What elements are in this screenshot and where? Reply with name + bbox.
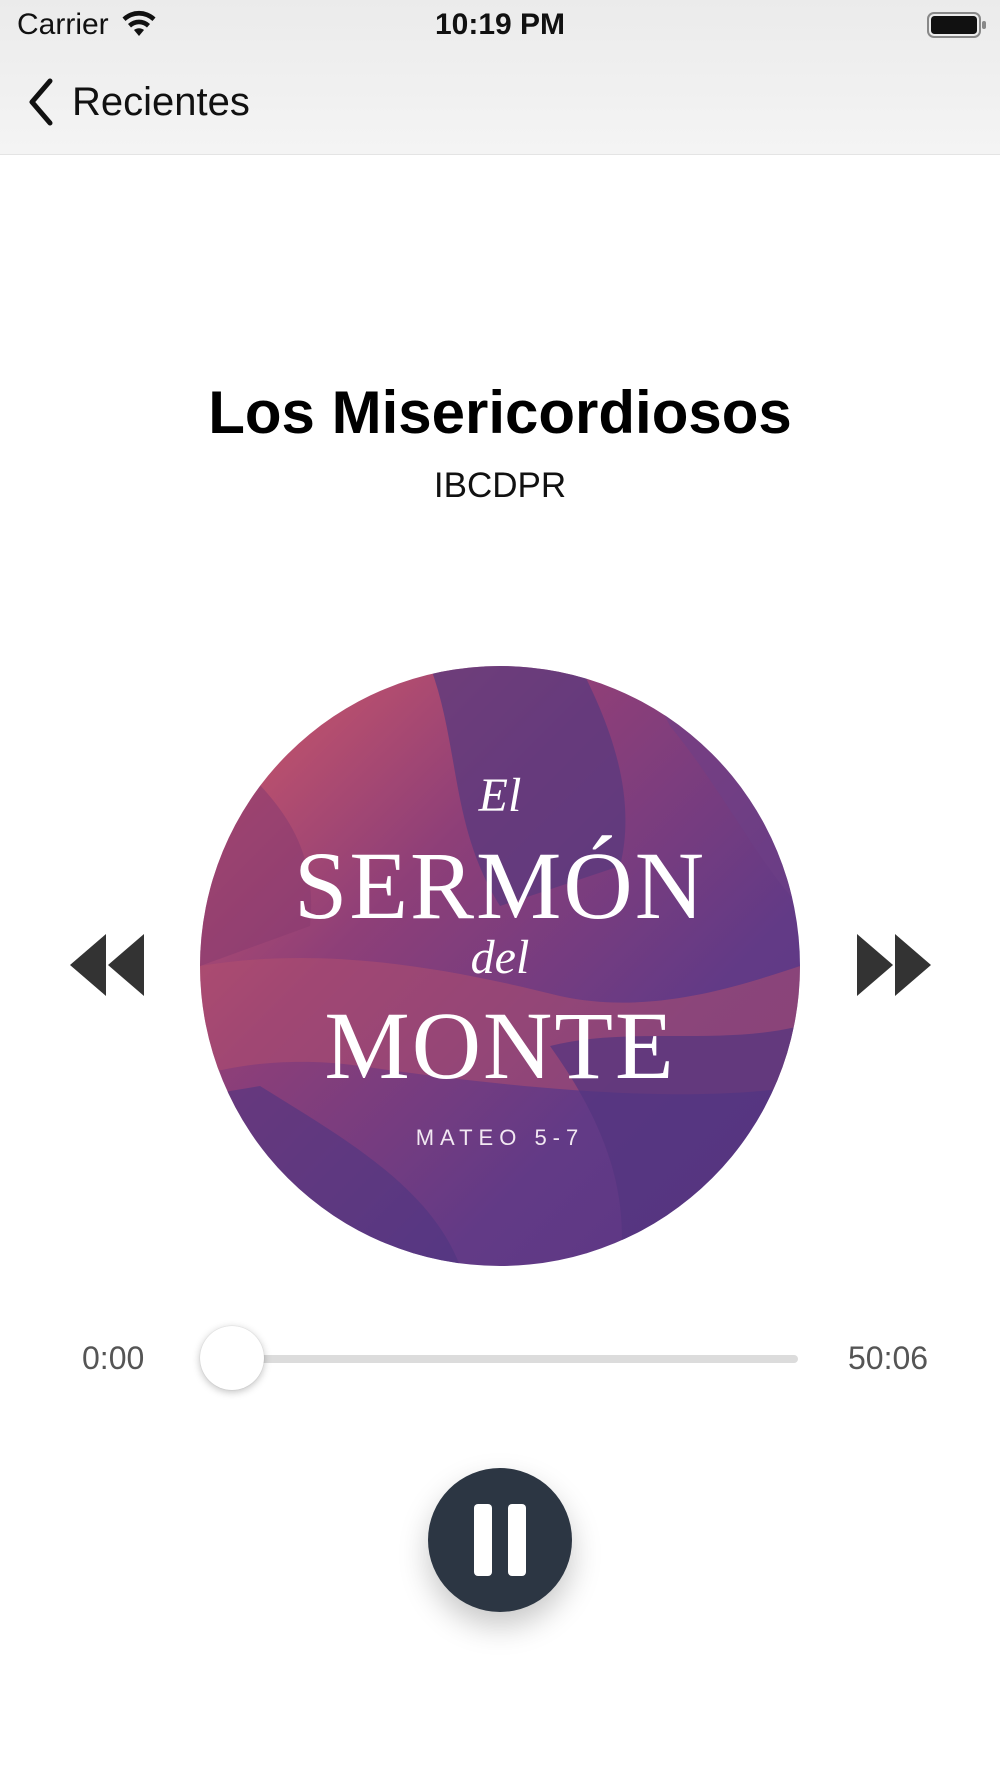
fast-forward-icon bbox=[857, 934, 931, 996]
album-artwork: El SERMÓN del MONTE MATEO 5-7 bbox=[200, 666, 800, 1266]
back-button-label: Recientes bbox=[72, 79, 250, 124]
audio-player-screen: Carrier 10:19 PM Recientes Los Misericor… bbox=[0, 0, 1000, 1778]
episode-title: Los Misericordiosos bbox=[208, 379, 792, 446]
elapsed-time: 0:00 bbox=[82, 1340, 145, 1376]
artwork-text-del: del bbox=[471, 931, 530, 984]
battery-icon bbox=[927, 12, 986, 38]
top-bar: Carrier 10:19 PM Recientes bbox=[0, 0, 1000, 155]
pause-icon bbox=[474, 1504, 526, 1576]
chevron-left-icon bbox=[29, 78, 53, 126]
progress-slider-track[interactable] bbox=[230, 1355, 798, 1363]
rewind-button[interactable] bbox=[68, 930, 148, 1000]
rewind-icon bbox=[70, 934, 144, 996]
back-button[interactable]: Recientes bbox=[26, 74, 250, 130]
artwork-text-el: El bbox=[478, 769, 522, 822]
progress-slider-thumb[interactable] bbox=[200, 1326, 264, 1390]
total-time: 50:06 bbox=[848, 1340, 929, 1376]
artwork-text-monte: MONTE bbox=[324, 992, 675, 1099]
fast-forward-button[interactable] bbox=[855, 930, 935, 1000]
episode-author: IBCDPR bbox=[433, 466, 567, 505]
pause-button[interactable] bbox=[428, 1468, 572, 1612]
status-time: 10:19 PM bbox=[434, 8, 566, 41]
artwork-text-reference: MATEO 5-7 bbox=[416, 1125, 585, 1150]
artwork-text-sermon: SERMÓN bbox=[294, 832, 706, 939]
